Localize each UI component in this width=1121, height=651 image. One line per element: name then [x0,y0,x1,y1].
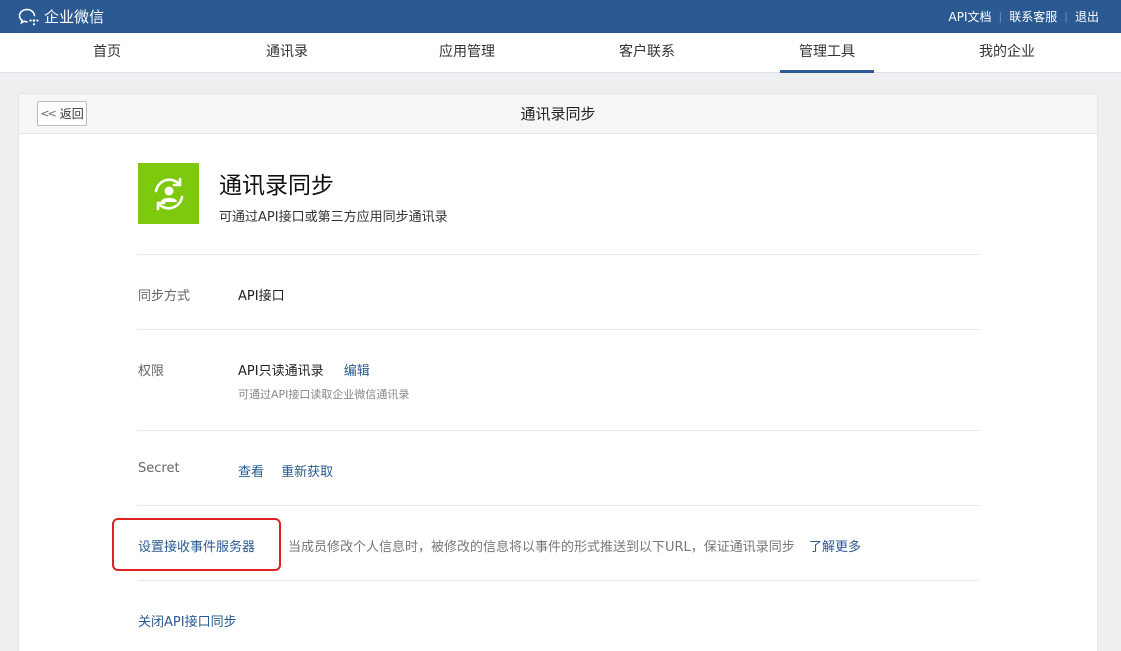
wecom-logo-icon [18,8,39,25]
permission-label: 权限 [138,364,165,379]
secret-actions: 查看 重新获取 [238,461,333,480]
brand-logo[interactable]: 企业微信 [18,6,104,27]
separator: | [1064,10,1068,23]
back-button[interactable]: << 返回 [37,101,87,126]
api-docs-link[interactable]: API文档 [949,8,992,25]
tab-customer-contact[interactable]: 客户联系 [557,33,737,72]
divider [138,430,979,431]
divider [138,505,979,506]
main-nav: 首页 通讯录 应用管理 客户联系 管理工具 我的企业 [0,33,1121,73]
page-title: 通讯录同步 [520,105,596,123]
contacts-sync-icon [154,177,183,210]
edit-permission-link[interactable]: 编辑 [344,364,370,379]
refresh-secret-link[interactable]: 重新获取 [281,465,333,480]
tab-my-company[interactable]: 我的企业 [917,33,1097,72]
double-chevron-left-icon: << [40,107,57,120]
top-links: API文档 | 联系客服 | 退出 [949,8,1099,25]
brand-name: 企业微信 [44,8,105,26]
app-icon [138,163,199,224]
content-card: 通讯录同步 << 返回 通讯录同步 可通过API接口或第三方应用同步通讯录 同步… [18,93,1098,651]
permission-hint: 可通过API接口读取企业微信通讯录 [238,388,410,401]
divider [138,329,979,330]
divider [138,254,979,255]
app-description: 可通过API接口或第三方应用同步通讯录 [219,210,448,225]
close-api-sync-link[interactable]: 关闭API接口同步 [138,611,237,630]
back-button-label: 返回 [59,107,84,121]
separator: | [998,10,1003,23]
learn-more-link[interactable]: 了解更多 [809,536,861,555]
secret-label: Secret [138,461,180,476]
contact-support-link[interactable]: 联系客服 [1009,8,1057,25]
permission-value: API只读通讯录 [238,364,324,379]
sync-method-value: API接口 [238,289,285,304]
app-name: 通讯录同步 [219,173,334,199]
event-server-description: 当成员修改个人信息时，被修改的信息将以事件的形式推送到以下URL，保证通讯录同步 [288,540,795,555]
permission-value-row: API只读通讯录 编辑 [238,360,370,379]
top-bar: 企业微信 API文档 | 联系客服 | 退出 [0,0,1121,33]
set-event-server-link[interactable]: 设置接收事件服务器 [138,536,255,555]
tab-management-tools[interactable]: 管理工具 [737,33,917,73]
view-secret-link[interactable]: 查看 [238,465,264,480]
sync-method-label: 同步方式 [138,289,191,304]
logout-link[interactable]: 退出 [1075,8,1099,25]
divider [138,580,979,581]
tab-app-management[interactable]: 应用管理 [377,33,557,72]
card-header: 通讯录同步 << 返回 [19,94,1097,134]
tab-home[interactable]: 首页 [17,33,197,72]
tab-contacts[interactable]: 通讯录 [197,33,377,72]
